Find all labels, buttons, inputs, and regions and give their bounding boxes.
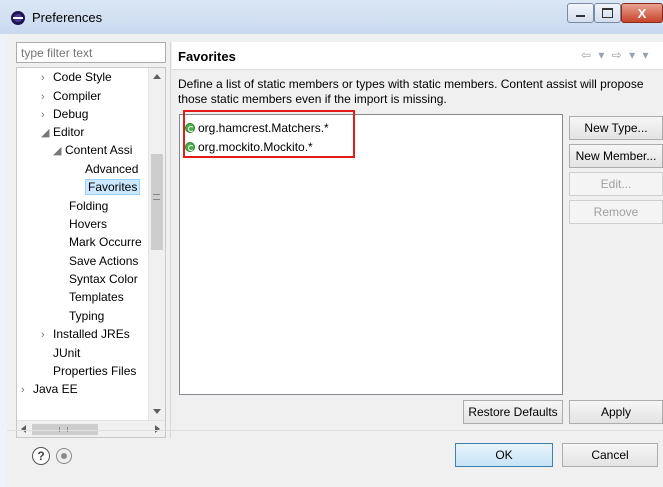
scroll-right-icon[interactable]: [155, 425, 160, 433]
page-description: Define a list of static members or types…: [178, 77, 644, 106]
collapsed-arrow-icon[interactable]: ›: [41, 326, 53, 344]
dialog-content: ›Code Style›Compiler›Debug◢Editor◢Conten…: [7, 34, 663, 487]
tree-item[interactable]: › Debug: [41, 105, 88, 123]
splitter[interactable]: [170, 42, 171, 438]
tree-item[interactable]: Advanced: [85, 160, 138, 178]
tree-item[interactable]: Hovers: [69, 215, 107, 233]
collapsed-arrow-icon[interactable]: ›: [41, 106, 53, 124]
collapsed-arrow-icon[interactable]: ›: [41, 69, 53, 87]
new-type-button[interactable]: New Type...: [569, 116, 663, 140]
tree-item[interactable]: › Installed JREs: [41, 325, 130, 343]
close-button[interactable]: X: [621, 3, 663, 23]
scroll-left-icon[interactable]: [21, 425, 26, 433]
new-member-button[interactable]: New Member...: [569, 144, 663, 168]
navigation-arrows-icon[interactable]: ⇦ ▾ ⇨ ▾ ▾: [581, 48, 651, 62]
tree-item-label: Debug: [53, 107, 89, 121]
tree-item[interactable]: JUnit: [53, 344, 80, 362]
tree-item-label: Templates: [69, 290, 124, 304]
restore-defaults-button[interactable]: Restore Defaults: [463, 400, 563, 424]
apply-button[interactable]: Apply: [569, 400, 663, 424]
tree-item-label: Editor: [53, 125, 85, 139]
preferences-window: Preferences X ›Code Style›Compiler›Debug…: [0, 0, 663, 487]
tree-item-label: Syntax Color: [69, 272, 138, 286]
scroll-down-icon[interactable]: [153, 409, 161, 414]
tree-item-label: Folding: [69, 199, 109, 213]
tree-item[interactable]: Save Actions: [69, 252, 138, 270]
page-header: Favorites ⇦ ▾ ⇨ ▾ ▾: [172, 42, 663, 70]
tree-item-label: Properties Files: [53, 364, 137, 378]
tree-item[interactable]: Favorites: [85, 178, 141, 196]
tree-vertical-scrollbar[interactable]: [148, 68, 165, 420]
footer-separator: [7, 430, 663, 431]
maximize-button[interactable]: [594, 3, 621, 23]
cancel-button[interactable]: Cancel: [562, 443, 658, 467]
tree-item-label: Hovers: [69, 217, 108, 231]
remove-button[interactable]: Remove: [569, 200, 663, 224]
eclipse-icon: [11, 11, 25, 25]
tree-item[interactable]: Mark Occurre: [69, 233, 142, 251]
edit-button[interactable]: Edit...: [569, 172, 663, 196]
record-icon[interactable]: [56, 448, 72, 464]
tree-item-label: Content Assi: [65, 143, 133, 157]
tree-item-label: Save Actions: [69, 254, 139, 268]
window-title: Preferences: [32, 10, 103, 25]
tree-item[interactable]: Syntax Color: [69, 270, 138, 288]
title-bar: Preferences X: [0, 0, 663, 34]
tree-item-label: JUnit: [53, 346, 81, 360]
tree-item[interactable]: › Java EE: [21, 380, 78, 398]
tree-item-label: Advanced: [85, 162, 139, 176]
expanded-arrow-icon[interactable]: ◢: [53, 142, 65, 160]
grip-icon: [153, 194, 160, 200]
tree-item-label: Installed JREs: [53, 327, 130, 341]
collapsed-arrow-icon[interactable]: ›: [41, 88, 53, 106]
tree-item-label: Favorites: [85, 179, 141, 195]
ok-button[interactable]: OK: [455, 443, 553, 467]
preferences-tree: › Code Style › Compiler › Debug ◢ Editor ◢ Conten…: [16, 67, 166, 438]
collapsed-arrow-icon[interactable]: ›: [21, 381, 33, 399]
tree-item-label: Typing: [69, 309, 105, 323]
expanded-arrow-icon[interactable]: ◢: [41, 124, 53, 142]
tree-item[interactable]: › Compiler: [41, 87, 101, 105]
tree-item[interactable]: › Code Style: [41, 68, 112, 86]
tree-item[interactable]: ◢ Content Assi: [53, 141, 132, 159]
filter-input[interactable]: [16, 42, 166, 63]
highlight-box: [183, 110, 355, 158]
minimize-button[interactable]: [567, 3, 594, 23]
tree-item[interactable]: ◢ Editor: [41, 123, 84, 141]
tree-item[interactable]: Typing: [69, 307, 104, 325]
tree-item[interactable]: Properties Files: [53, 362, 136, 380]
tree-item-label: Mark Occurre: [69, 235, 142, 249]
scroll-thumb[interactable]: [151, 154, 163, 250]
page-title: Favorites: [178, 49, 236, 64]
scroll-up-icon[interactable]: [153, 74, 161, 79]
tree-item-label: Compiler: [53, 89, 102, 103]
tree-item-label: Code Style: [53, 70, 112, 84]
tree-item-label: Java EE: [33, 382, 78, 396]
tree-item[interactable]: Templates: [69, 288, 124, 306]
help-icon[interactable]: ?: [32, 447, 50, 465]
tree-item[interactable]: Folding: [69, 197, 108, 215]
tree-horizontal-scrollbar[interactable]: [17, 420, 165, 437]
